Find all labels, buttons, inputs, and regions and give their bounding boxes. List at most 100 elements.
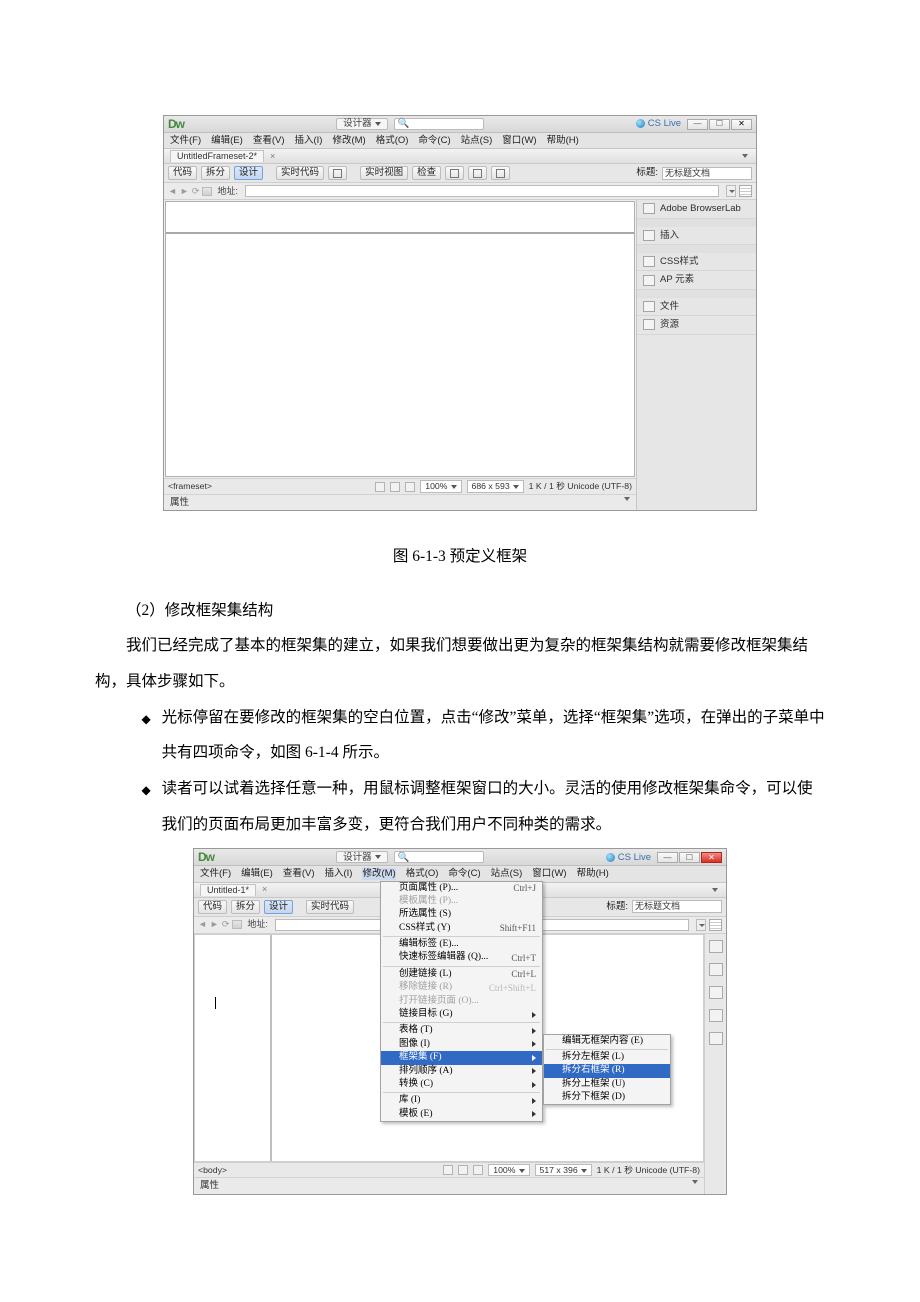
menu-item[interactable]: 所选属性 (S) bbox=[381, 908, 542, 921]
search-input[interactable]: 🔍 bbox=[394, 851, 484, 863]
menu-insert[interactable]: 插入(I) bbox=[294, 135, 322, 146]
tab-close-icon[interactable]: × bbox=[262, 884, 267, 895]
nav-refresh-icon[interactable]: ⟳ bbox=[222, 919, 230, 930]
view-code[interactable]: 代码 bbox=[168, 166, 197, 180]
menu-modify[interactable]: 修改(M) bbox=[362, 868, 395, 879]
nav-fwd-icon[interactable]: ► bbox=[210, 919, 219, 930]
maximize-button[interactable]: ☐ bbox=[709, 119, 730, 130]
minimize-button[interactable]: — bbox=[687, 119, 708, 130]
workspace-switcher[interactable]: 设计器 bbox=[336, 851, 388, 863]
submenu-item[interactable]: 编辑无框架内容 (E) bbox=[544, 1035, 670, 1048]
menu-insert[interactable]: 插入(I) bbox=[324, 868, 352, 879]
menu-window[interactable]: 窗口(W) bbox=[532, 868, 566, 879]
minimize-button[interactable]: — bbox=[657, 852, 678, 863]
tool-hand-icon[interactable] bbox=[375, 482, 385, 492]
tab-overflow-icon[interactable] bbox=[742, 154, 748, 158]
panel-browserlab[interactable]: Adobe BrowserLab bbox=[637, 200, 756, 218]
menu-view[interactable]: 查看(V) bbox=[283, 868, 315, 879]
workspace-switcher[interactable]: 设计器 bbox=[336, 118, 388, 130]
menu-help[interactable]: 帮助(H) bbox=[577, 868, 609, 879]
tab-overflow-icon[interactable] bbox=[712, 888, 718, 892]
panel-icon-1[interactable] bbox=[709, 940, 723, 953]
title-input[interactable]: 无标题文档 bbox=[632, 900, 722, 913]
menu-file[interactable]: 文件(F) bbox=[170, 135, 201, 146]
menu-item[interactable]: 排列顺序 (A) bbox=[381, 1065, 542, 1078]
menu-command[interactable]: 命令(C) bbox=[448, 868, 480, 879]
menu-item[interactable]: 库 (I) bbox=[381, 1094, 542, 1107]
panel-insert[interactable]: 插入 bbox=[637, 227, 756, 245]
window-size-control[interactable]: 517 x 396 bbox=[535, 1164, 592, 1176]
menu-edit[interactable]: 编辑(E) bbox=[211, 135, 243, 146]
cslive-link[interactable]: CS Live bbox=[636, 118, 681, 129]
view-livecode[interactable]: 实时代码 bbox=[306, 900, 354, 914]
tab-close-icon[interactable]: × bbox=[270, 151, 275, 162]
menu-item[interactable]: 框架集 (F) bbox=[381, 1051, 542, 1064]
view-split[interactable]: 拆分 bbox=[231, 900, 260, 914]
frame-divider[interactable] bbox=[270, 935, 272, 1161]
home-icon[interactable] bbox=[232, 920, 242, 929]
menu-site[interactable]: 站点(S) bbox=[491, 868, 523, 879]
tag-path[interactable]: <body> bbox=[198, 1165, 438, 1175]
menu-item[interactable]: 链接目标 (G) bbox=[381, 1008, 542, 1021]
panel-icon-4[interactable] bbox=[709, 1009, 723, 1022]
view-design[interactable]: 设计 bbox=[264, 900, 293, 914]
menu-command[interactable]: 命令(C) bbox=[418, 135, 450, 146]
grid-icon[interactable] bbox=[739, 185, 752, 197]
view-code[interactable]: 代码 bbox=[198, 900, 227, 914]
panel-icon-2[interactable] bbox=[709, 963, 723, 976]
panel-assets[interactable]: 资源 bbox=[637, 316, 756, 334]
menu-modify[interactable]: 修改(M) bbox=[332, 135, 365, 146]
zoom-control[interactable]: 100% bbox=[420, 480, 461, 492]
nav-back-icon[interactable]: ◄ bbox=[168, 186, 177, 197]
menu-site[interactable]: 站点(S) bbox=[461, 135, 493, 146]
menu-format[interactable]: 格式(O) bbox=[406, 868, 439, 879]
menu-item[interactable]: 页面属性 (P)...Ctrl+J bbox=[381, 882, 542, 895]
menu-item[interactable]: CSS样式 (Y)Shift+F11 bbox=[381, 922, 542, 935]
address-dropdown-icon[interactable] bbox=[726, 185, 736, 197]
address-dropdown-icon[interactable] bbox=[696, 919, 706, 931]
panel-icon-5[interactable] bbox=[709, 1032, 723, 1045]
view-livecode[interactable]: 实时代码 bbox=[276, 166, 324, 180]
view-check[interactable]: 检查 bbox=[412, 166, 441, 180]
window-size-control[interactable]: 686 x 593 bbox=[467, 480, 524, 492]
title-input[interactable]: 无标题文档 bbox=[662, 167, 752, 180]
submenu-item[interactable]: 拆分左框架 (L) bbox=[544, 1051, 670, 1064]
maximize-button[interactable]: ☐ bbox=[679, 852, 700, 863]
cslive-link[interactable]: CS Live bbox=[606, 852, 651, 863]
view-split[interactable]: 拆分 bbox=[201, 166, 230, 180]
menu-item[interactable]: 编辑标签 (E)... bbox=[381, 938, 542, 951]
properties-panel-header[interactable]: 属性 bbox=[164, 494, 636, 510]
grid-icon[interactable] bbox=[709, 919, 722, 931]
tool-select-icon[interactable] bbox=[405, 482, 415, 492]
tool-select-icon[interactable] bbox=[473, 1165, 483, 1175]
menu-file[interactable]: 文件(F) bbox=[200, 868, 231, 879]
nav-refresh-icon[interactable]: ⟳ bbox=[192, 186, 200, 197]
inspect-icon[interactable] bbox=[328, 166, 347, 180]
menu-item[interactable]: 转换 (C) bbox=[381, 1078, 542, 1091]
menu-item[interactable]: 快速标签编辑器 (Q)...Ctrl+T bbox=[381, 951, 542, 964]
menu-format[interactable]: 格式(O) bbox=[376, 135, 409, 146]
menu-item[interactable]: 表格 (T) bbox=[381, 1024, 542, 1037]
menu-view[interactable]: 查看(V) bbox=[253, 135, 285, 146]
menu-edit[interactable]: 编辑(E) bbox=[241, 868, 273, 879]
document-tab[interactable]: Untitled-1* bbox=[200, 884, 256, 896]
menu-window[interactable]: 窗口(W) bbox=[502, 135, 536, 146]
menu-item[interactable]: 创建链接 (L)Ctrl+L bbox=[381, 968, 542, 981]
tag-path[interactable]: <frameset> bbox=[168, 481, 370, 491]
menu-help[interactable]: 帮助(H) bbox=[547, 135, 579, 146]
tool-icon-3[interactable] bbox=[491, 166, 510, 180]
nav-back-icon[interactable]: ◄ bbox=[198, 919, 207, 930]
tool-zoom-icon[interactable] bbox=[390, 482, 400, 492]
menu-item[interactable]: 模板 (E) bbox=[381, 1108, 542, 1121]
panel-ap[interactable]: AP 元素 bbox=[637, 271, 756, 289]
properties-panel-header[interactable]: 属性 bbox=[194, 1177, 704, 1193]
design-canvas[interactable] bbox=[165, 201, 635, 477]
close-button[interactable]: ✕ bbox=[701, 852, 722, 863]
view-design[interactable]: 设计 bbox=[234, 166, 263, 180]
address-input[interactable] bbox=[245, 185, 719, 197]
view-liveview[interactable]: 实时视图 bbox=[360, 166, 408, 180]
panel-css[interactable]: CSS样式 bbox=[637, 253, 756, 271]
zoom-control[interactable]: 100% bbox=[488, 1164, 529, 1176]
nav-fwd-icon[interactable]: ► bbox=[180, 186, 189, 197]
search-input[interactable]: 🔍 bbox=[394, 118, 484, 130]
